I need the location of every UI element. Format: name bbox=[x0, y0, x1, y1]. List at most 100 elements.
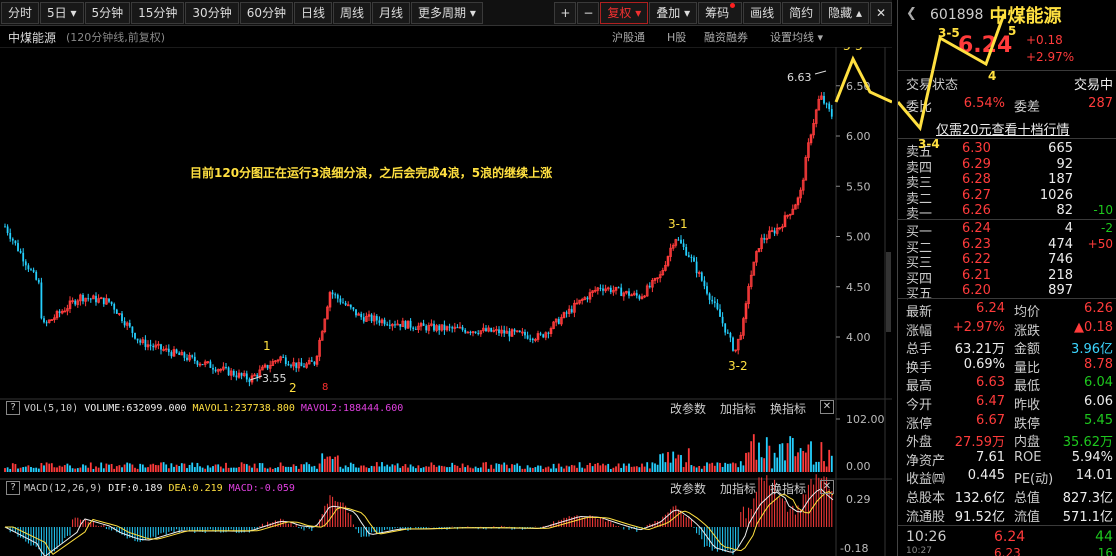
volume-bar bbox=[240, 462, 243, 472]
macd-close-icon[interactable]: ✕ bbox=[820, 479, 834, 494]
volume-bar bbox=[126, 462, 129, 472]
macd-bar bbox=[586, 517, 588, 527]
stock-name: 中煤能源 bbox=[989, 6, 1062, 27]
macd-bar bbox=[20, 527, 22, 538]
overlay-dropdown[interactable]: 叠加 ▾ bbox=[649, 1, 698, 24]
macd-bar bbox=[787, 511, 789, 527]
vol-axis-min: 0.00 bbox=[846, 460, 871, 473]
volume-bar bbox=[227, 467, 230, 472]
vol-title: VOL(5,10) bbox=[24, 402, 79, 414]
vol-edit-params-button[interactable]: 改参数 bbox=[670, 400, 706, 417]
macd-add-indicator-button[interactable]: 加指标 bbox=[720, 480, 756, 497]
vol-toggle-box[interactable]: ? bbox=[6, 401, 20, 415]
volume-bar bbox=[66, 463, 69, 472]
period-tab-6[interactable]: 日线 bbox=[293, 1, 332, 24]
macd-bar bbox=[142, 527, 144, 541]
candle bbox=[40, 277, 43, 320]
zoom-in-button[interactable]: + bbox=[554, 1, 577, 24]
volume-bar bbox=[477, 467, 480, 472]
volume-bar bbox=[196, 462, 199, 472]
macd-bar bbox=[493, 526, 495, 527]
macd-bar bbox=[308, 527, 310, 529]
hide-toggle-button[interactable]: 隐藏 ▴ bbox=[821, 1, 869, 24]
volume-bar bbox=[693, 466, 695, 472]
macd-bar bbox=[303, 527, 305, 531]
macd-bar bbox=[560, 519, 562, 527]
macd-bar bbox=[776, 497, 778, 527]
period-tab-8[interactable]: 月线 bbox=[372, 1, 411, 24]
volume-bar bbox=[573, 465, 576, 472]
level10-link[interactable]: 仅需20元查看十档行情 bbox=[936, 119, 1070, 138]
volume-bar bbox=[336, 455, 339, 472]
period-tab-3[interactable]: 15分钟 bbox=[131, 1, 185, 24]
period-tab-9[interactable]: 更多周期 ▾ bbox=[411, 1, 483, 24]
volume-bar bbox=[362, 465, 365, 472]
volume-bar bbox=[58, 465, 61, 472]
volume-bar bbox=[433, 464, 435, 472]
volume-bar bbox=[495, 463, 498, 472]
macd-bar bbox=[386, 527, 388, 530]
volume-bar bbox=[724, 462, 727, 472]
macd-toggle-box[interactable]: ? bbox=[6, 481, 20, 495]
zoom-out-button[interactable]: − bbox=[577, 1, 600, 24]
back-chevron-icon[interactable]: ❮ bbox=[906, 6, 917, 21]
volume-bar bbox=[84, 465, 87, 472]
link-hshare[interactable]: H股 bbox=[667, 29, 686, 45]
macd-bar bbox=[194, 527, 196, 533]
chip-button[interactable]: 筹码 bbox=[698, 1, 743, 24]
vol-close-icon[interactable]: ✕ bbox=[820, 399, 834, 414]
volume-bar bbox=[505, 464, 508, 472]
volume-bar bbox=[381, 462, 383, 472]
volume-bar bbox=[370, 465, 373, 472]
macd-bar bbox=[805, 494, 807, 527]
period-tab-2[interactable]: 5分钟 bbox=[84, 1, 131, 24]
macd-bar bbox=[722, 527, 724, 552]
macd-bar bbox=[150, 527, 152, 538]
candle bbox=[562, 311, 566, 319]
volume-bar bbox=[565, 465, 568, 472]
volume-bar bbox=[199, 466, 201, 472]
volume-bar bbox=[110, 463, 113, 472]
volume-bar bbox=[128, 463, 131, 472]
volume-bar bbox=[664, 462, 667, 472]
macd-bar bbox=[220, 527, 222, 533]
volume-bar bbox=[604, 465, 607, 472]
link-margin[interactable]: 融资融券 bbox=[704, 29, 748, 45]
link-hgt[interactable]: 沪股通 bbox=[612, 29, 645, 45]
close-chart-icon[interactable]: ✕ bbox=[870, 1, 892, 24]
draw-line-button[interactable]: 画线 bbox=[743, 1, 782, 24]
period-tab-4[interactable]: 30分钟 bbox=[185, 1, 239, 24]
volume-bar bbox=[635, 466, 638, 472]
macd-bar bbox=[672, 506, 674, 527]
macd-edit-params-button[interactable]: 改参数 bbox=[670, 480, 706, 497]
price-axis-tick-2: 5.50 bbox=[846, 180, 871, 193]
volume-bar bbox=[222, 468, 225, 472]
macd-bar bbox=[147, 527, 149, 539]
volume-bar bbox=[576, 467, 578, 472]
period-tab-1[interactable]: 5日 ▾ bbox=[40, 1, 84, 24]
volume-bar bbox=[706, 462, 708, 472]
macd-bar bbox=[98, 526, 100, 527]
simple-mode-button[interactable]: 简约 bbox=[782, 1, 821, 24]
macd-bar bbox=[693, 527, 695, 528]
set-ma-dropdown[interactable]: 设置均线 ▾ bbox=[770, 29, 823, 45]
macd-bar bbox=[732, 527, 734, 555]
vol-add-indicator-button[interactable]: 加指标 bbox=[720, 400, 756, 417]
macd-bar bbox=[85, 519, 87, 527]
macd-bar bbox=[594, 516, 596, 527]
macd-bar bbox=[729, 527, 731, 551]
period-tab-7[interactable]: 周线 bbox=[333, 1, 372, 24]
volume-bar bbox=[180, 463, 183, 472]
volume-bar bbox=[620, 467, 623, 472]
macd-axis-max: 0.29 bbox=[846, 493, 871, 506]
volume-bar bbox=[570, 464, 573, 472]
period-tab-0[interactable]: 分时 bbox=[1, 1, 40, 24]
volume-bar bbox=[61, 466, 64, 472]
vol-switch-indicator-button[interactable]: 换指标 bbox=[770, 400, 806, 417]
period-tab-5[interactable]: 60分钟 bbox=[239, 1, 293, 24]
macd-bar bbox=[784, 500, 786, 527]
macd-bar bbox=[378, 527, 380, 534]
volume-bar bbox=[773, 452, 776, 472]
macd-switch-indicator-button[interactable]: 换指标 bbox=[770, 480, 806, 497]
fuquan-dropdown[interactable]: 复权 ▾ bbox=[600, 1, 649, 24]
